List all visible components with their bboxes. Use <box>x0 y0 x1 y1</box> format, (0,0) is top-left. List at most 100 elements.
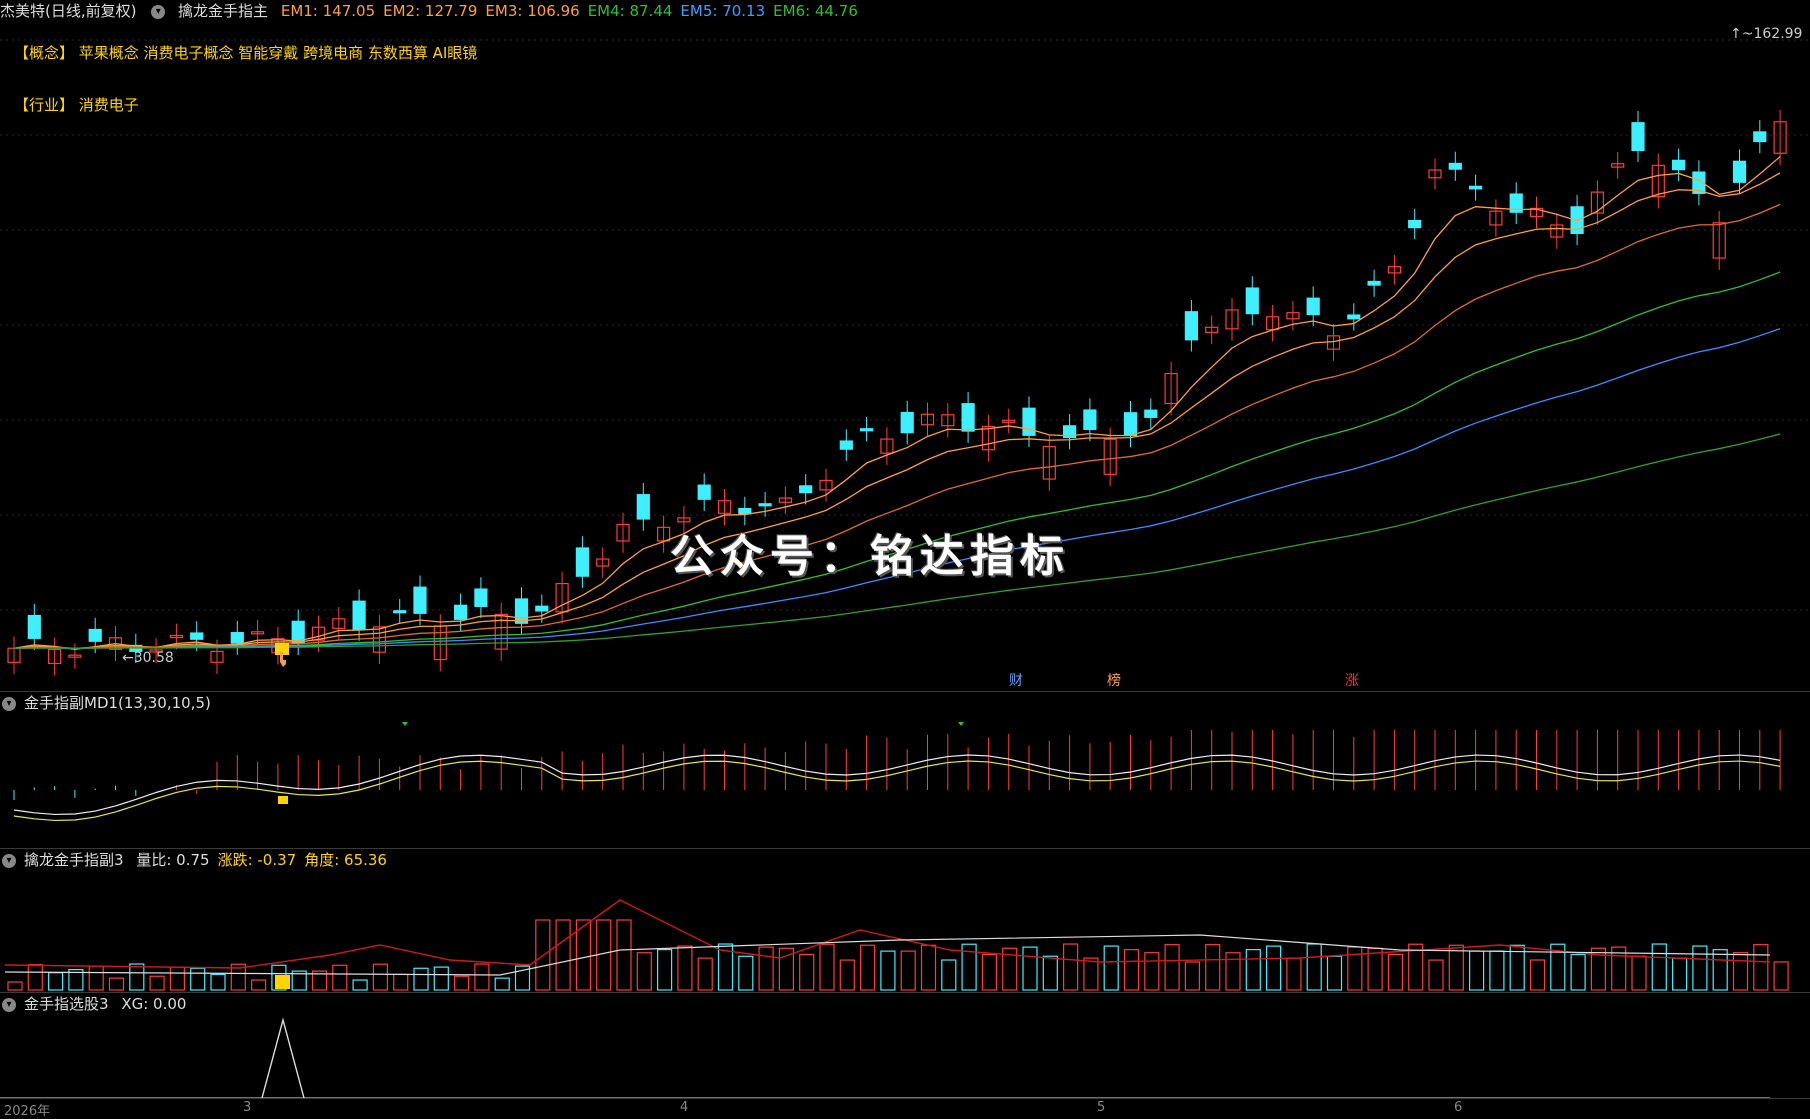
volume-bar <box>1225 952 1241 991</box>
badge-finance-text: 财 <box>1009 673 1023 689</box>
volume-bar <box>1022 946 1038 991</box>
volume-bar <box>1245 948 1261 991</box>
candle-body <box>1347 314 1361 320</box>
sub2-values: 量比: 0.75 涨跌: -0.37 角度: 65.36 <box>136 851 395 869</box>
candle-body <box>859 428 874 432</box>
main-indicator-name: 擒龙金手指主 <box>178 2 269 20</box>
candle-body <box>230 632 244 644</box>
md1-arrow <box>402 722 408 726</box>
volume-bar <box>1367 947 1383 991</box>
badge-limitup-text: 涨 <box>1345 673 1359 689</box>
volume-bar <box>1144 952 1160 991</box>
volume-bar <box>1286 957 1302 991</box>
concept-line: 【概念】 苹果概念 消费电子概念 智能穿戴 跨境电商 东数西算 AI眼镜 <box>14 44 478 62</box>
sub3-header: ▾ 金手指选股3 XG: 0.00 <box>0 993 194 1015</box>
badge-limitup[interactable]: 涨 <box>1343 672 1361 690</box>
sub1-title: 金手指副MD1(13,30,10,5) <box>24 694 211 712</box>
volume-bar <box>251 979 267 991</box>
volume-bar <box>1732 952 1749 991</box>
watermark: 公众号：铭达指标 <box>670 531 1070 582</box>
em-values: EM1: 147.05 EM2: 127.79 EM3: 106.96 EM4: 87… <box>281 2 866 20</box>
volume-bar <box>1570 953 1586 991</box>
volume-bar <box>1205 944 1221 991</box>
candle-body <box>1732 160 1747 183</box>
em-value-4: EM4: 87.44 <box>587 2 673 20</box>
candle-body <box>1753 131 1767 143</box>
em-value-3: EM3: 106.96 <box>485 2 580 20</box>
volume-bar <box>1631 955 1647 991</box>
candle-body <box>1631 122 1645 152</box>
volume-bar <box>1306 943 1322 991</box>
volume-bar <box>352 979 368 991</box>
volume-bar <box>839 959 855 991</box>
volume-bar <box>332 964 348 991</box>
volume-bar <box>210 973 226 991</box>
sub3-title: 金手指选股3 <box>24 995 109 1013</box>
volume-bar <box>555 919 571 991</box>
candle-body <box>393 610 407 614</box>
volume-bar <box>1671 957 1688 991</box>
candle-body <box>1083 409 1097 430</box>
panel-divider[interactable] <box>0 992 1810 993</box>
sub2-value-1: 涨跌: -0.37 <box>217 851 297 869</box>
volume-bar <box>149 975 165 991</box>
sub2-header: ▾ 擒龙金手指副3 量比: 0.75 涨跌: -0.37 角度: 65.36 <box>0 849 403 871</box>
sub3-collapse-icon[interactable]: ▾ <box>2 997 16 1012</box>
volume-bar <box>1753 944 1769 991</box>
volume-bar <box>941 959 957 991</box>
volume-bar <box>1773 961 1789 991</box>
candle-body <box>738 507 752 515</box>
md1-arrow <box>958 722 964 726</box>
candle-body <box>799 485 813 494</box>
main-chart-header: 杰美特(日线,前复权) ▾ 擒龙金手指主 EM1: 147.05 EM2: 127… <box>0 0 874 22</box>
candle-body <box>1306 297 1320 316</box>
panel-divider[interactable] <box>0 691 1810 692</box>
volume-bar <box>656 949 673 991</box>
em-value-6: EM6: 44.76 <box>773 2 858 20</box>
candle-body <box>27 614 41 639</box>
stock-title: 杰美特(日线,前复权) <box>0 2 137 20</box>
x-label-month-3: 3 <box>243 1100 252 1115</box>
x-label-month-6: 6 <box>1454 1100 1463 1115</box>
candle-body <box>1408 219 1422 229</box>
x-label-year: 2026年 <box>4 1104 51 1119</box>
volume-bar <box>1265 945 1282 991</box>
sub2-title: 擒龙金手指副3 <box>24 851 124 869</box>
volume-bar <box>1042 955 1058 991</box>
md1-marker <box>278 796 288 804</box>
volume-bar <box>1448 944 1464 991</box>
volume-bar <box>819 943 835 991</box>
volume-bar <box>677 945 693 991</box>
badge-finance[interactable]: 财 <box>1007 672 1025 690</box>
volume-bar <box>1184 961 1201 991</box>
candle-body <box>1448 162 1462 170</box>
candle-body <box>1184 311 1199 341</box>
md1-line-yellow <box>13 760 1781 822</box>
candle-body <box>535 605 549 612</box>
volume-bar <box>1083 957 1099 991</box>
em-value-5: EM5: 70.13 <box>680 2 766 20</box>
sub1-collapse-icon[interactable]: ▾ <box>2 696 16 711</box>
candle-body <box>1367 280 1381 286</box>
price-high-value: 162.99 <box>1753 26 1803 42</box>
sub2-collapse-icon[interactable]: ▾ <box>2 853 16 868</box>
candle-body <box>413 586 427 614</box>
volume-bar <box>738 955 754 991</box>
badge-rank[interactable]: 榜 <box>1105 672 1123 690</box>
candle-body <box>961 403 975 432</box>
volume-bar <box>1489 950 1505 991</box>
volume-bar <box>433 966 449 991</box>
volume-bar <box>1326 955 1343 991</box>
indicator-dropdown-icon[interactable]: ▾ <box>151 4 166 19</box>
volume-bar <box>1387 953 1404 991</box>
volume-bar <box>636 952 652 991</box>
volume-bar <box>1712 949 1728 991</box>
badge-rank-text: 榜 <box>1107 673 1121 689</box>
volume-bar <box>1103 945 1119 991</box>
candle-body <box>1144 409 1158 418</box>
volume-bar <box>1651 943 1667 991</box>
volume-bar <box>1692 945 1708 991</box>
volume-bar <box>372 963 388 991</box>
volume-bar <box>129 963 145 991</box>
volume-bar <box>494 977 510 991</box>
